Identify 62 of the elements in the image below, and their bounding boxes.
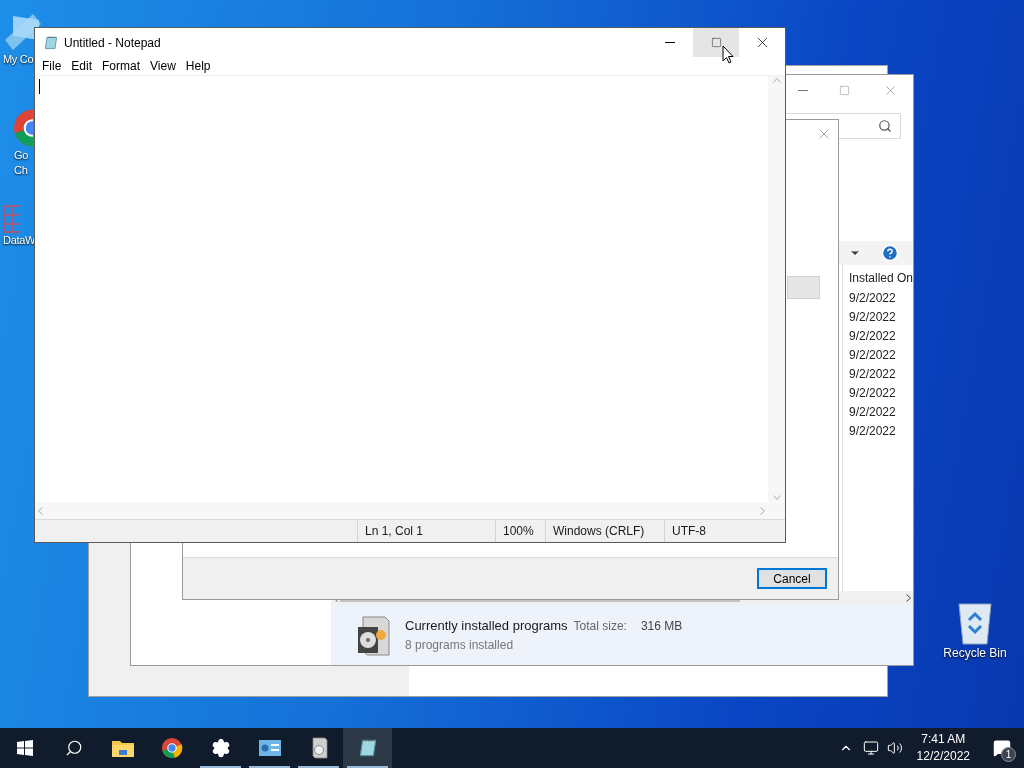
folder-icon [111,739,134,757]
table-cell-text: 9/2/2022 [849,404,897,421]
window-title: Untitled - Notepad [64,34,161,52]
windows-logo-icon [16,740,33,756]
table-cell-text: 9/2/2022 [849,309,897,326]
desktop-icon-label[interactable]: Ch [14,163,28,178]
software-box-icon [355,613,391,657]
table-cell-text: 9/2/2022 [849,385,897,402]
desktop-icon-label[interactable]: My Co [3,52,34,67]
chrome-icon [160,737,183,759]
table-cell-text: 9/2/2022 [849,366,897,383]
maximize-button[interactable] [693,28,739,57]
minimize-icon [798,89,808,91]
menu-item[interactable]: File [37,57,67,75]
table-cell-text: 9/2/2022 [849,423,897,440]
details-title: Currently installed programs [405,617,568,636]
size-label: Total size: [573,618,627,636]
status-text: Ln 1, Col 1 [357,520,495,542]
scroll-up-icon [772,78,781,83]
table-cell-text: 9/2/2022 [849,328,897,345]
search-icon [64,739,83,757]
list-field[interactable] [787,276,820,299]
menu-item[interactable]: Edit [66,57,98,75]
notification-count: 1 [1001,747,1016,762]
desktop-icon-label[interactable]: Go [14,148,29,163]
table-cell-text: 9/2/2022 [849,347,897,364]
program-count: 8 programs installed [405,636,515,654]
software-box-icon [309,737,328,759]
maximize-icon [838,84,850,96]
clock[interactable]: 7:41 AM 12/2/2022 [906,731,980,765]
volume-icon [886,740,903,756]
horizontal-scrollbar[interactable] [35,502,768,519]
control-panel-icon [258,740,281,756]
scroll-down-icon [772,495,781,500]
mouse-pointer-icon [722,45,734,64]
maximize-icon [710,37,722,48]
menu-item[interactable]: Help [180,57,216,75]
scroll-right-icon [906,594,911,602]
desktop-icon-label[interactable]: DataW [3,233,36,248]
grid-icon [3,205,19,233]
network-icon [862,740,879,756]
help-icon [881,244,899,262]
status-text: UTF-8 [664,520,769,542]
cancel-button[interactable]: Cancel [757,568,827,589]
scroll-left-icon [38,506,43,515]
notifications-button[interactable]: 1 [980,728,1024,768]
size-value: 316 MB [640,618,683,636]
scroll-right-icon [760,506,765,515]
minimize-icon [665,42,675,43]
notepad-icon [43,34,59,51]
recycle-bin-icon [955,600,995,646]
menu-item[interactable]: View [145,57,181,75]
table-cell-text: 9/2/2022 [849,290,897,307]
vertical-scrollbar[interactable] [768,76,785,502]
status-text: Windows (CRLF) [545,520,664,542]
status-text: 100% [495,520,545,542]
settings-icon [210,738,231,758]
menu-item[interactable]: Format [97,57,146,75]
search-icon [878,119,892,133]
column-header[interactable]: Installed On [849,269,914,289]
desktop-icon-label[interactable]: Recycle Bin [943,646,1007,661]
notepad-taskbar-button[interactable] [343,728,392,768]
